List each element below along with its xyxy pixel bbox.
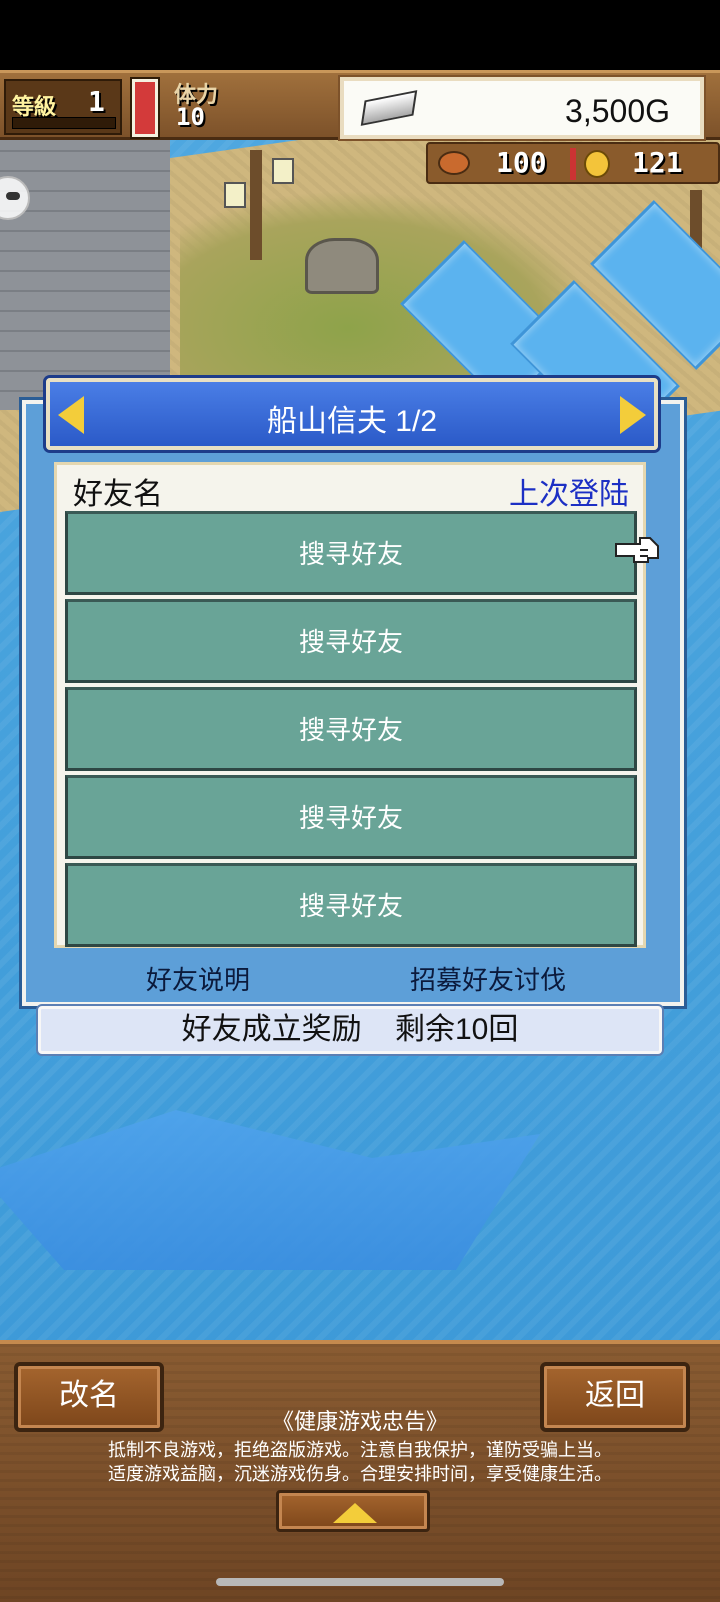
lamp-icon (224, 182, 246, 208)
panel-header: 船山信夫 1/2 (46, 378, 658, 450)
health-notice-title: 《健康游戏忠告》 (271, 1409, 448, 1434)
wooden-post (250, 150, 262, 260)
expand-up-icon (333, 1503, 377, 1523)
health-notice-line: 适度游戏益脑，沉迷游戏伤身。合理安排时间，享受健康生活。 (108, 1464, 612, 1484)
friend-help-link[interactable]: 好友说明 (146, 960, 250, 997)
reward-text: 好友成立奖励 剩余10回 (181, 1013, 519, 1046)
resource-bar: 100 121 (426, 142, 720, 184)
water-tiles (0, 1110, 540, 1270)
search-friend-label: 搜寻好友 (298, 715, 403, 745)
friend-reward-bar: 好友成立奖励 剩余10回 (38, 1006, 662, 1054)
gold-bar-icon (360, 90, 418, 126)
gold-value: 3,500G (565, 93, 670, 129)
status-bar (0, 0, 720, 70)
gold-panel: 3,500G (340, 77, 704, 139)
friend-slot[interactable]: 搜寻好友 (65, 511, 637, 595)
friend-slot[interactable]: 搜寻好友 (65, 863, 637, 947)
coin-icon (584, 150, 610, 178)
expand-menu-button[interactable] (276, 1490, 430, 1532)
top-hud: 等級 1 体力 10 3,500G (0, 70, 720, 140)
exp-bar (12, 117, 116, 129)
home-indicator[interactable] (216, 1578, 504, 1586)
friend-slot[interactable]: 搜寻好友 (65, 687, 637, 771)
health-notice-line: 抵制不良游戏，拒绝盗版游戏。注意自我保护，谨防受骗上当。 (108, 1440, 612, 1460)
friend-slot[interactable]: 搜寻好友 (65, 775, 637, 859)
column-friend-name: 好友名 (73, 478, 163, 511)
panel-title: 船山信夫 1/2 (266, 405, 438, 438)
friend-list: 好友名 上次登陆 搜寻好友 搜寻好友 搜寻好友 搜寻好友 搜寻好友 (54, 462, 646, 948)
lamp-icon (272, 158, 294, 184)
coin-value: 121 (632, 146, 683, 179)
column-last-login[interactable]: 上次登陆 (509, 469, 629, 513)
stamina-value: 10 (176, 103, 205, 131)
search-friend-label: 搜寻好友 (298, 891, 403, 921)
food-value: 100 (496, 146, 547, 179)
level-box: 等級 1 (4, 79, 122, 135)
pointer-hand-icon (615, 537, 659, 563)
search-friend-label: 搜寻好友 (298, 627, 403, 657)
level-value: 1 (88, 85, 105, 118)
divider (570, 148, 576, 180)
food-icon (438, 151, 470, 175)
search-friend-label: 搜寻好友 (298, 803, 403, 833)
recruit-friend-link[interactable]: 招募好友讨伐 (410, 960, 566, 997)
stone-wall (0, 140, 170, 410)
well (305, 238, 379, 294)
search-friend-label: 搜寻好友 (298, 539, 403, 569)
friend-slot[interactable]: 搜寻好友 (65, 599, 637, 683)
stamina-gauge (130, 77, 160, 139)
